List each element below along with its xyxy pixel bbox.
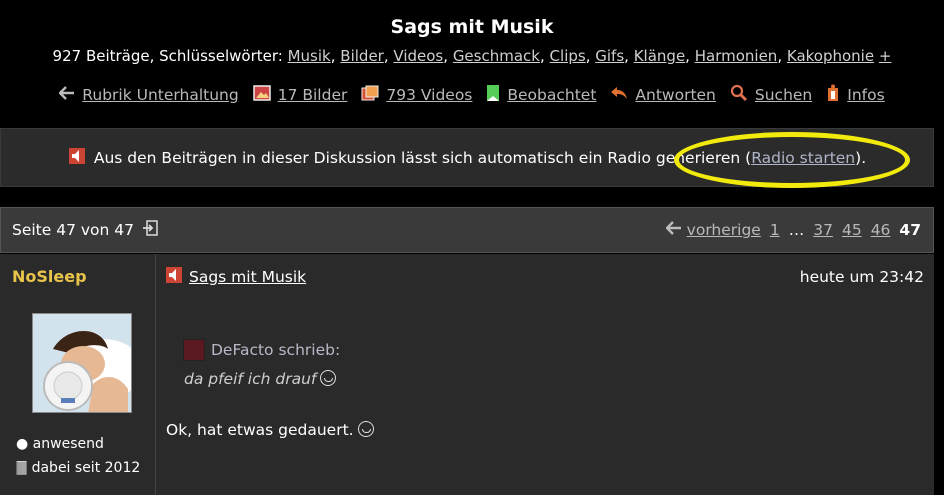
thread-title: Sags mit Musik <box>390 16 554 38</box>
video-icon <box>361 85 379 105</box>
nav-antworten[interactable]: Antworten <box>610 84 716 106</box>
quote-author: DeFacto schrieb: <box>211 341 341 359</box>
post-header: Sags mit Musik <box>165 266 306 288</box>
post-title-link[interactable]: Sags mit Musik <box>189 268 306 286</box>
post-body: Ok, hat etwas gedauert. <box>166 421 374 439</box>
pagination-bar: Seite 47 von 47 vorherige 1 … 37 45 46 4… <box>0 207 934 253</box>
prev-page-link[interactable]: vorherige <box>687 221 761 239</box>
page-link-45[interactable]: 45 <box>842 221 862 239</box>
highlight-annotation <box>674 132 910 188</box>
keyword-klaenge[interactable]: Klänge <box>634 47 685 65</box>
quote-avatar[interactable] <box>183 339 205 361</box>
info-icon <box>826 84 840 106</box>
page-link-1[interactable]: 1 <box>770 221 780 239</box>
thread-nav: Rubrik Unterhaltung 17 Bilder 793 Videos… <box>0 84 944 106</box>
nav-label[interactable]: Beobachtet <box>507 86 596 104</box>
nav-label[interactable]: Infos <box>847 86 884 104</box>
page-links: vorherige 1 … 37 45 46 47 <box>664 221 921 239</box>
search-icon <box>730 84 748 106</box>
nav-label[interactable]: Antworten <box>635 86 715 104</box>
nav-rubrik[interactable]: Rubrik Unterhaltung <box>58 84 239 106</box>
thread-meta: 927 Beiträge, Schlüsselwörter: Musik, Bi… <box>52 47 892 65</box>
post-content: Sags mit Musik heute um 23:42 DeFacto sc… <box>157 254 934 495</box>
post: NoSleep ● anwesend 🀫 dabei seit 2012 Sag… <box>0 254 934 495</box>
nav-label[interactable]: Suchen <box>755 86 812 104</box>
keyword-kakophonie[interactable]: Kakophonie <box>787 47 874 65</box>
jump-to-page-icon[interactable] <box>142 220 158 240</box>
nav-suchen[interactable]: Suchen <box>730 84 812 106</box>
page-link-37[interactable]: 37 <box>813 221 833 239</box>
keyword-gifs[interactable]: Gifs <box>595 47 624 65</box>
nav-label[interactable]: 793 Videos <box>386 86 472 104</box>
radio-text: Aus den Beiträgen in dieser Diskussion l… <box>93 148 752 167</box>
nav-beobachtet[interactable]: Beobachtet <box>486 84 596 106</box>
avatar[interactable] <box>32 313 132 413</box>
bookmark-icon <box>486 84 500 106</box>
keyword-bilder[interactable]: Bilder <box>340 47 384 65</box>
page-link-46[interactable]: 46 <box>871 221 891 239</box>
page-ellipsis: … <box>788 221 805 239</box>
smiley-icon <box>320 370 337 386</box>
arrow-left-icon <box>58 86 75 104</box>
keyword-clips[interactable]: Clips <box>550 47 586 65</box>
member-icon: 🀫 <box>16 460 28 476</box>
image-icon <box>252 85 271 105</box>
member-since: 🀫 dabei seit 2012 <box>16 460 141 476</box>
keyword-harmonien[interactable]: Harmonien <box>695 47 778 65</box>
speaker-icon <box>68 147 86 169</box>
nav-label[interactable]: 17 Bilder <box>278 86 348 104</box>
speaker-icon <box>165 266 183 288</box>
current-page: 47 <box>899 221 921 239</box>
nav-bilder[interactable]: 17 Bilder <box>252 84 348 106</box>
quote-header: DeFacto schrieb: <box>183 339 340 361</box>
online-status: ● anwesend <box>16 436 104 452</box>
post-timestamp: heute um 23:42 <box>799 268 924 286</box>
post-count-label: 927 Beiträge, Schlüsselwörter: <box>52 47 283 65</box>
keyword-geschmack[interactable]: Geschmack <box>453 47 540 65</box>
author-name[interactable]: NoSleep <box>12 267 87 286</box>
arrow-left-icon[interactable] <box>664 221 682 239</box>
keyword-videos[interactable]: Videos <box>393 47 443 65</box>
page-text: Seite 47 von 47 <box>12 221 135 239</box>
smiley-icon <box>357 421 374 437</box>
reply-icon <box>610 85 628 105</box>
nav-label[interactable]: Rubrik Unterhaltung <box>82 86 238 104</box>
thread-header: Sags mit Musik 927 Beiträge, Schlüsselwö… <box>0 0 944 106</box>
quote-text: da pfeif ich drauf <box>184 370 337 388</box>
keyword-musik[interactable]: Musik <box>288 47 331 65</box>
nav-videos[interactable]: 793 Videos <box>361 84 472 106</box>
author-panel: NoSleep ● anwesend 🀫 dabei seit 2012 <box>0 254 156 495</box>
nav-infos[interactable]: Infos <box>826 84 885 106</box>
more-keywords-button[interactable]: + <box>879 47 892 65</box>
page-indicator: Seite 47 von 47 <box>12 220 158 240</box>
